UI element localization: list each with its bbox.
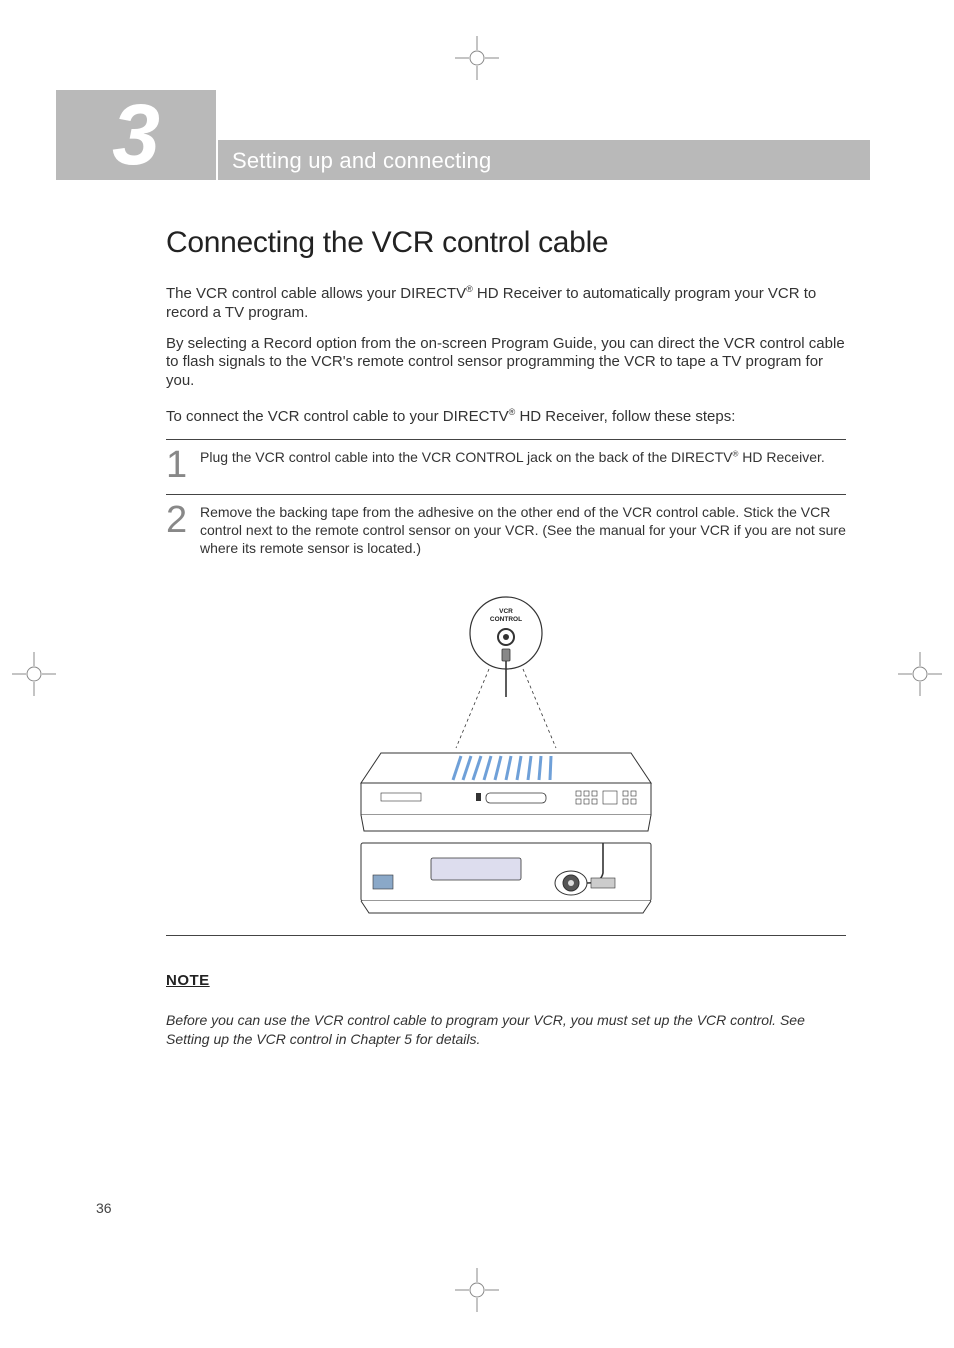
step-1: 1 Plug the VCR control cable into the VC… bbox=[166, 440, 846, 495]
intro-paragraph-3: To connect the VCR control cable to your… bbox=[166, 407, 846, 427]
crop-mark-left bbox=[12, 652, 56, 696]
intro-paragraph-2: By selecting a Record option from the on… bbox=[166, 335, 846, 391]
header-divider bbox=[216, 140, 218, 180]
step-number: 2 bbox=[166, 501, 200, 539]
intro-3b: HD Receiver, follow these steps: bbox=[515, 408, 735, 425]
chapter-number: 3 bbox=[112, 92, 160, 178]
chapter-title: Setting up and connecting bbox=[232, 148, 491, 174]
intro-paragraph-1: The VCR control cable allows your DIRECT… bbox=[166, 284, 846, 323]
note-body: Before you can use the VCR control cable… bbox=[166, 1011, 846, 1049]
vcr-control-diagram: VCR CONTROL bbox=[341, 593, 671, 923]
step-1a: Plug the VCR control cable into the VCR … bbox=[200, 449, 733, 465]
reg-mark: ® bbox=[466, 284, 473, 294]
step-2: 2 Remove the backing tape from the adhes… bbox=[166, 495, 846, 568]
svg-text:CONTROL: CONTROL bbox=[490, 616, 522, 623]
intro-1a: The VCR control cable allows your DIRECT… bbox=[166, 285, 466, 302]
section-heading: Connecting the VCR control cable bbox=[166, 226, 846, 260]
crop-mark-bottom bbox=[455, 1268, 499, 1312]
crop-mark-top bbox=[455, 36, 499, 80]
svg-text:VCR: VCR bbox=[499, 608, 513, 615]
chapter-number-box: 3 bbox=[56, 90, 216, 180]
step-1-text: Plug the VCR control cable into the VCR … bbox=[200, 448, 846, 466]
note-heading: NOTE bbox=[166, 972, 846, 989]
step-2-text: Remove the backing tape from the adhesiv… bbox=[200, 503, 846, 558]
step-1b: HD Receiver. bbox=[738, 449, 824, 465]
page-number: 36 bbox=[96, 1200, 112, 1216]
diagram-container: VCR CONTROL bbox=[166, 567, 846, 936]
step-number: 1 bbox=[166, 446, 200, 484]
intro-3a: To connect the VCR control cable to your… bbox=[166, 408, 509, 425]
crop-mark-right bbox=[898, 652, 942, 696]
